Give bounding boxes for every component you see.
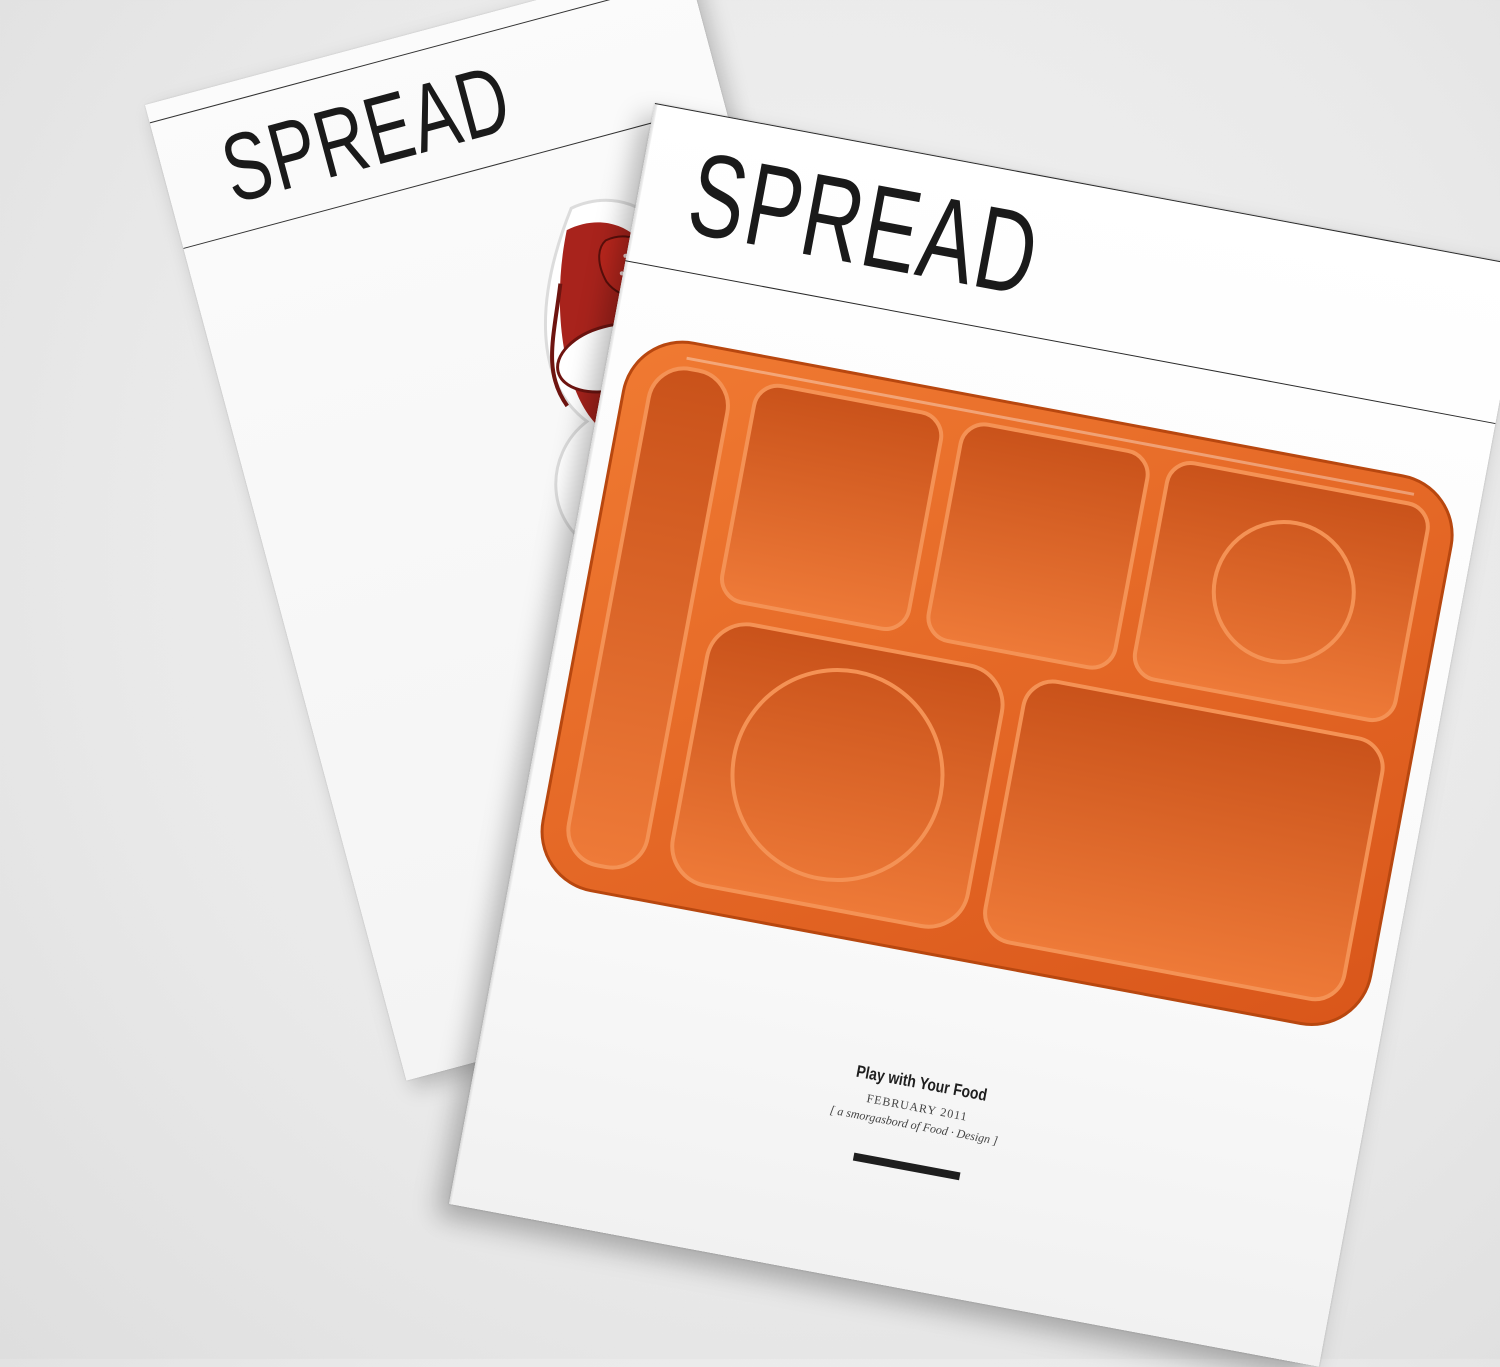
cover-bar (852, 1152, 960, 1181)
cover-info: Play with Your Food FEBRUARY 2011 [ a sm… (470, 993, 1358, 1252)
back-magazine-title: SPREAD (211, 44, 522, 224)
magazine-scene: SPREAD SPREAD Play with Your Food FEBRUA… (0, 0, 1500, 1367)
front-magazine-title: SPREAD (679, 127, 1050, 322)
cover-tagline: [ a smorgasbord of Food · Design ] (828, 1102, 999, 1148)
orange-lunch-tray-photo (540, 340, 1454, 1027)
